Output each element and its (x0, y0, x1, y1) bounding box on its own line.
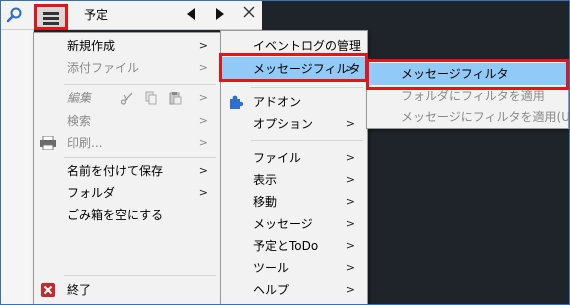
chevron-right-icon: > (345, 62, 355, 75)
chevron-right-icon: > (198, 136, 208, 149)
chevron-right-icon: > (198, 91, 208, 104)
chevron-right-icon: > (198, 114, 208, 127)
chevron-right-icon: > (345, 151, 355, 164)
menu-item-new[interactable]: 新規作成 > (34, 35, 220, 57)
menu-item-file[interactable]: ファイル > (221, 147, 367, 169)
triangle-left-icon[interactable] (187, 8, 195, 20)
menu-item-options[interactable]: オプション > (221, 113, 367, 135)
menu-separator (251, 140, 363, 141)
chevron-right-icon: > (345, 217, 355, 230)
chevron-right-icon: > (198, 61, 208, 74)
tools-submenu: イベントログの管理 メッセージフィルタ > アドオン オプション > ファイル … (220, 30, 368, 305)
search-icon[interactable] (4, 6, 24, 24)
triangle-right-icon[interactable] (216, 8, 224, 20)
menu-item-go[interactable]: 移動 > (221, 191, 367, 213)
chevron-right-icon: > (198, 39, 208, 52)
menu-separator (64, 275, 216, 276)
exit-icon (41, 283, 55, 297)
chevron-right-icon: > (198, 164, 208, 177)
chevron-right-icon: > (345, 239, 355, 252)
menu-item-help[interactable]: ヘルプ > (221, 279, 367, 301)
menu-item-run-filters-on-message[interactable]: メッセージにフィルタを適用(U) (367, 106, 570, 128)
chevron-right-icon: > (345, 117, 355, 130)
menu-item-find[interactable]: 検索 > (34, 110, 220, 132)
close-icon[interactable] (241, 4, 257, 20)
left-pane (0, 30, 34, 305)
menu-separator (64, 157, 216, 158)
menu-item-message[interactable]: メッセージ > (221, 213, 367, 235)
chevron-right-icon: > (345, 173, 355, 186)
menu-item-tools[interactable]: ツール > (221, 257, 367, 279)
menu-item-events-tasks[interactable]: 予定とToDo > (221, 235, 367, 257)
menu-item-attachments[interactable]: 添付ファイル > (34, 57, 220, 79)
menu-item-event-log[interactable]: イベントログの管理 (221, 35, 367, 57)
chevron-right-icon: > (345, 283, 355, 296)
menu-item-exit[interactable]: 終了 (34, 279, 220, 301)
paste-icon[interactable] (168, 91, 182, 105)
menu-item-run-filters-on-folder[interactable]: フォルダにフィルタを適用 (367, 85, 568, 107)
chevron-right-icon: > (345, 261, 355, 274)
menu-item-print[interactable]: 印刷... > (34, 132, 220, 154)
app-menu-button[interactable] (34, 4, 68, 30)
hamburger-menu-icon (43, 12, 59, 15)
message-filter-submenu: メッセージフィルタ フォルダにフィルタを適用 メッセージにフィルタを適用(U) (366, 59, 570, 129)
menu-item-view[interactable]: 表示 > (221, 169, 367, 191)
top-toolbar: 予定 (0, 0, 262, 30)
menu-item-addons[interactable]: アドオン (221, 91, 367, 113)
chevron-right-icon: > (198, 186, 208, 199)
tab-title[interactable]: 予定 (84, 6, 108, 23)
app-main-menu: 新規作成 > 添付ファイル > 編集 > 検索 > 印刷... > 名前を付けて… (33, 32, 221, 305)
chevron-right-icon: > (345, 195, 355, 208)
menu-item-message-filter[interactable]: メッセージフィルタ > (221, 57, 367, 81)
puzzle-piece-icon (230, 95, 243, 109)
copy-icon[interactable] (144, 91, 158, 105)
menu-item-empty-trash[interactable]: ごみ箱を空にする (34, 204, 220, 226)
menu-item-message-filters[interactable]: メッセージフィルタ (367, 63, 568, 85)
scissors-icon[interactable] (120, 91, 134, 105)
menu-separator (251, 87, 363, 88)
menu-item-folder[interactable]: フォルダ > (34, 182, 220, 204)
printer-icon (40, 136, 56, 150)
menu-item-save-as[interactable]: 名前を付けて保存 > (34, 160, 220, 182)
menu-separator (64, 84, 216, 85)
menu-item-edit[interactable]: 編集 > (34, 87, 220, 109)
